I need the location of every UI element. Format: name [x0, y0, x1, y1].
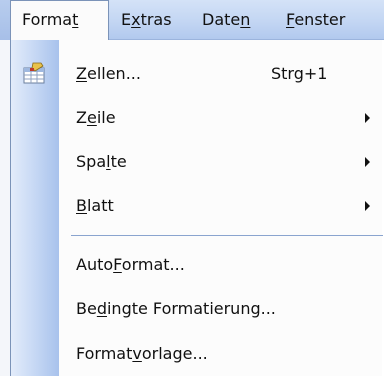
menu-fenster-label-rest: enster — [294, 10, 346, 29]
submenu-arrow-icon — [365, 157, 370, 167]
format-dropdown-menu: Zellen... Strg+1 Zeile Spalte Blatt Auto… — [10, 40, 383, 376]
menu-item-bedingte-formatierung[interactable]: Bedingte Formatierung... — [11, 287, 383, 331]
menu-extras-label: E — [121, 10, 132, 29]
menu-item-formatvorlage[interactable]: Formatvorlage... — [11, 332, 383, 376]
menu-item-zeile-label: Zeile — [76, 108, 116, 127]
menu-item-spalte[interactable]: Spalte — [11, 140, 383, 184]
menu-bar: Format Extras Daten Fenster — [0, 0, 384, 41]
menu-item-formatvorlage-label: Formatvorlage... — [76, 344, 208, 363]
menu-fenster[interactable]: Fenster — [286, 0, 345, 40]
menu-format-label: Forma — [22, 10, 73, 29]
menu-format-accel: t — [72, 10, 79, 29]
menu-format[interactable]: Format — [10, 0, 109, 41]
menu-item-blatt[interactable]: Blatt — [11, 184, 383, 228]
menu-item-autoformat[interactable]: AutoFormat... — [11, 243, 383, 287]
submenu-arrow-icon — [365, 201, 370, 211]
sheet-edge — [0, 40, 10, 376]
menu-item-autoformat-label: AutoFormat... — [76, 255, 185, 274]
menu-separator — [71, 235, 383, 236]
format-cells-icon — [21, 62, 47, 86]
menu-extras-accel: x — [131, 10, 141, 29]
menu-item-zellen-label: Zellen... — [76, 64, 141, 83]
menu-extras[interactable]: Extras — [121, 0, 172, 40]
menu-daten-label: Date — [202, 10, 241, 29]
menu-item-bedingte-formatierung-label: Bedingte Formatierung... — [76, 299, 276, 318]
menu-bar-edge — [0, 0, 10, 40]
menu-item-zeile[interactable]: Zeile — [11, 96, 383, 140]
submenu-arrow-icon — [365, 113, 370, 123]
menu-item-zellen[interactable]: Zellen... Strg+1 — [11, 52, 383, 96]
menu-item-spalte-label: Spalte — [76, 152, 127, 171]
menu-item-blatt-label: Blatt — [76, 196, 114, 215]
menu-daten[interactable]: Daten — [202, 0, 250, 40]
menu-daten-accel: n — [240, 10, 251, 29]
menu-extras-label-rest: tras — [140, 10, 172, 29]
menu-item-zellen-shortcut: Strg+1 — [271, 64, 328, 83]
